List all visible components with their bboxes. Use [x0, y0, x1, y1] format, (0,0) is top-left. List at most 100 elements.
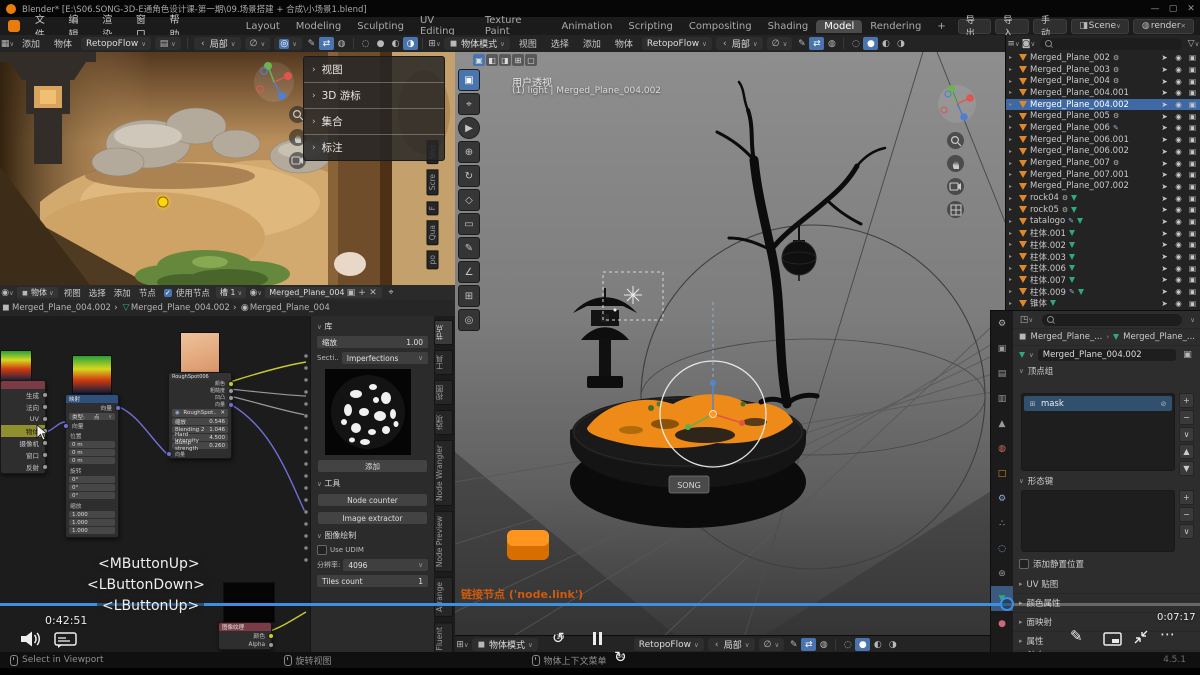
- measure-tool[interactable]: ∠: [458, 261, 480, 283]
- outliner-row[interactable]: ▸ Merged_Plane_004 ⚙ ➤ ◉ ▣: [1006, 75, 1200, 87]
- selectable-toggle-icon[interactable]: ➤: [1159, 275, 1170, 284]
- visibility-eye-icon[interactable]: ◉: [1173, 287, 1184, 296]
- visibility-eye-icon[interactable]: ◉: [1173, 252, 1184, 261]
- render-camera-icon[interactable]: ▣: [1187, 240, 1198, 249]
- navigation-gizmo[interactable]: [248, 56, 300, 108]
- node-editor-menu[interactable]: 添加: [110, 287, 135, 299]
- shape-keys-header[interactable]: ∨形态键: [1013, 474, 1200, 488]
- shader-context-dropdown[interactable]: ◼物体∨: [17, 287, 58, 298]
- render-camera-icon[interactable]: ▣: [1187, 100, 1198, 109]
- object-name[interactable]: 柱体.007: [1030, 274, 1066, 286]
- render-camera-icon[interactable]: ▣: [1187, 264, 1198, 273]
- selectable-toggle-icon[interactable]: ➤: [1159, 123, 1170, 132]
- cursor-select-icon[interactable]: ▢: [525, 54, 537, 66]
- visibility-eye-icon[interactable]: ◉: [1173, 135, 1184, 144]
- video-progress-remaining[interactable]: [1007, 603, 1200, 606]
- output-socket[interactable]: [228, 395, 234, 401]
- expand-arrow-icon[interactable]: ▸: [1009, 195, 1016, 202]
- vertex-groups-list[interactable]: ⊞ mask ⊘: [1021, 393, 1175, 471]
- remove-group-button[interactable]: −: [1179, 410, 1194, 425]
- node-output-row[interactable]: 窗口: [1, 449, 45, 461]
- render-camera-icon[interactable]: ▣: [1187, 275, 1198, 284]
- object-name[interactable]: Merged_Plane_007.001: [1030, 170, 1129, 180]
- material-name-field[interactable]: Merged_Plane_004 ▣ + ✕: [265, 287, 381, 298]
- sidebar-tab[interactable]: Node Wrangler: [434, 440, 453, 506]
- object-name[interactable]: 柱体.002: [1030, 239, 1066, 251]
- more-options-button[interactable]: ⋯: [1160, 625, 1176, 643]
- editor-type-icon[interactable]: ⊞∨: [455, 638, 470, 651]
- tab-modifiers[interactable]: ⚙: [991, 486, 1013, 511]
- orientation-dropdown-center[interactable]: ‹局部∨: [716, 37, 763, 50]
- mapping-node[interactable]: 映射 向量 类型:点∨ 向量 位置 0 m 0 m 0 m 旋转 0° 0° 0…: [65, 394, 119, 538]
- output-socket[interactable]: [228, 381, 234, 387]
- node-output-row[interactable]: 颜色: [169, 380, 231, 387]
- vertex-groups-header[interactable]: ∨顶点组: [1013, 364, 1200, 378]
- object-name[interactable]: Merged_Plane_003: [1030, 65, 1110, 75]
- value-field[interactable]: 0°: [69, 484, 115, 491]
- expand-arrow-icon[interactable]: ▸: [1009, 218, 1016, 225]
- workspace-tab[interactable]: Animation: [553, 20, 620, 33]
- expand-arrow-icon[interactable]: ▸: [1009, 101, 1016, 108]
- tab-tool[interactable]: ⚙: [991, 311, 1013, 336]
- video-playhead[interactable]: [1000, 597, 1014, 611]
- viewport-menu[interactable]: 选择: [544, 37, 576, 50]
- node-header[interactable]: 图像纹理: [219, 623, 271, 631]
- node-header[interactable]: [1, 381, 45, 389]
- solid-shading-icon[interactable]: ●: [863, 37, 878, 50]
- rendered-shading-icon[interactable]: ◑: [403, 37, 418, 50]
- tab-physics[interactable]: ◌: [991, 536, 1013, 561]
- value-field[interactable]: 1.000: [69, 511, 115, 518]
- snap-dropdown[interactable]: ∅∨: [245, 37, 271, 50]
- outliner-display-icon[interactable]: ◙∨: [1021, 37, 1036, 50]
- expand-arrow-icon[interactable]: ▸: [1009, 66, 1016, 73]
- input-socket[interactable]: [166, 451, 172, 457]
- annotate-tool[interactable]: ✎: [458, 237, 480, 259]
- sidebar-tab[interactable]: 节点: [434, 320, 453, 345]
- new-material-icon[interactable]: +: [358, 286, 367, 299]
- overlay-menu-item[interactable]: › 3D 游标: [304, 83, 444, 109]
- mesh-name-field[interactable]: Merged_Plane_004.002: [1038, 349, 1176, 361]
- vector-input-row[interactable]: 向量: [66, 421, 118, 430]
- selectable-toggle-icon[interactable]: ➤: [1159, 135, 1170, 144]
- outliner-row[interactable]: ▸ Merged_Plane_007.002 ➤ ◉ ▣: [1006, 181, 1200, 193]
- expand-arrow-icon[interactable]: ▸: [1009, 288, 1016, 295]
- render-camera-icon[interactable]: ▣: [1187, 299, 1198, 308]
- render-camera-icon[interactable]: ▣: [1187, 88, 1198, 97]
- selectable-toggle-icon[interactable]: ➤: [1159, 264, 1170, 273]
- outliner-row[interactable]: ▸ Merged_Plane_007.001 ➤ ◉ ▣: [1006, 169, 1200, 181]
- slot-dropdown[interactable]: 槽 1∨: [216, 287, 246, 298]
- selectable-toggle-icon[interactable]: ➤: [1159, 65, 1170, 74]
- properties-filter-icon[interactable]: ◳∨: [1019, 313, 1034, 326]
- expand-arrow-icon[interactable]: ▸: [1009, 253, 1016, 260]
- library-panel-title[interactable]: ∨ 库: [317, 321, 428, 332]
- node-output-row[interactable]: 反射: [1, 461, 45, 473]
- render-camera-icon[interactable]: ▣: [1187, 287, 1198, 296]
- resolution-dropdown[interactable]: 4096∨: [343, 559, 428, 571]
- render-camera-icon[interactable]: ▣: [1187, 194, 1198, 203]
- outliner-row[interactable]: ▸ rock05 ⚙ ➤ ◉ ▣: [1006, 204, 1200, 216]
- pin-icon[interactable]: ⌖: [384, 286, 399, 299]
- add-key-button[interactable]: +: [1179, 490, 1194, 505]
- expand-arrow-icon[interactable]: ▸: [1009, 171, 1016, 178]
- image-texture-node[interactable]: 图像纹理 颜色 Alpha: [218, 622, 272, 650]
- selectable-toggle-icon[interactable]: ➤: [1159, 299, 1170, 308]
- sidebar-tab[interactable]: Fluent: [434, 622, 453, 652]
- selectable-toggle-icon[interactable]: ➤: [1159, 100, 1170, 109]
- output-socket[interactable]: [228, 402, 234, 408]
- properties-search-input[interactable]: [1042, 314, 1182, 326]
- workspace-tab[interactable]: Modeling: [288, 20, 350, 33]
- options-caret[interactable]: ∨: [1190, 316, 1195, 324]
- play-tool[interactable]: ▶: [458, 117, 480, 139]
- node-counter-button[interactable]: Node counter: [317, 493, 428, 507]
- output-socket[interactable]: [268, 633, 274, 639]
- overlay-menu-item[interactable]: › 集合: [304, 109, 444, 135]
- scale-tool[interactable]: ◇: [458, 189, 480, 211]
- value-field[interactable]: 0 m: [69, 449, 115, 456]
- sidebar-tab[interactable]: 视图: [434, 380, 453, 405]
- object-name[interactable]: 柱体.001: [1030, 227, 1066, 239]
- rendered-shading-icon[interactable]: ◑: [893, 37, 908, 50]
- key-specials-button[interactable]: ∨: [1179, 524, 1194, 539]
- render-camera-icon[interactable]: ▣: [1187, 229, 1198, 238]
- visibility-eye-icon[interactable]: ◉: [1173, 77, 1184, 86]
- object-name[interactable]: 柱体.006: [1030, 262, 1066, 274]
